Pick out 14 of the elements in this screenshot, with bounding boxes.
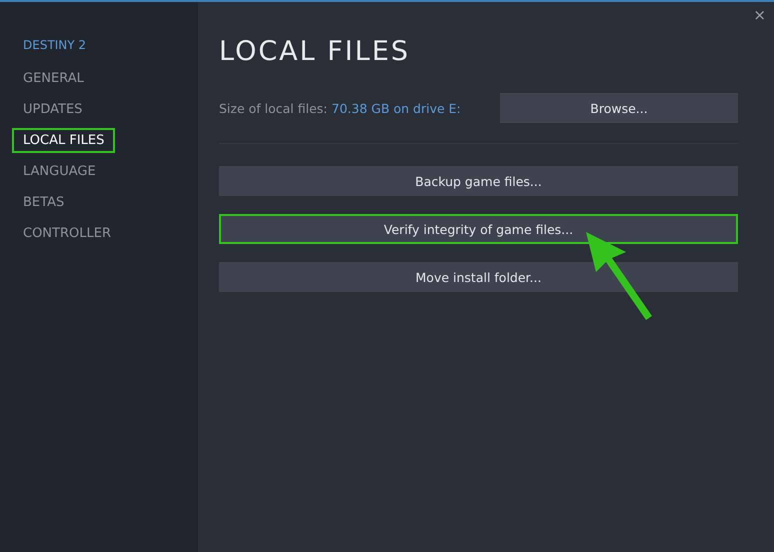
action-button[interactable]: Backup game files...	[219, 166, 738, 196]
action-button[interactable]: Move install folder...	[219, 262, 738, 292]
sidebar-item[interactable]: LANGUAGE	[12, 159, 107, 184]
action-button[interactable]: Verify integrity of game files...	[219, 214, 738, 244]
sidebar-item[interactable]: CONTROLLER	[12, 221, 122, 246]
close-button[interactable]: ×	[753, 6, 766, 24]
size-info: Size of local files: 70.38 GB on drive E:	[219, 100, 461, 116]
sidebar-item[interactable]: BETAS	[12, 190, 76, 215]
sidebar-item[interactable]: UPDATES	[12, 97, 94, 122]
sidebar-item[interactable]: LOCAL FILES	[12, 128, 116, 153]
game-title: DESTINY 2	[22, 38, 88, 52]
page-title: LOCAL FILES	[219, 36, 412, 67]
browse-button[interactable]: Browse...	[500, 93, 738, 123]
sidebar-item[interactable]: GENERAL	[12, 66, 95, 91]
